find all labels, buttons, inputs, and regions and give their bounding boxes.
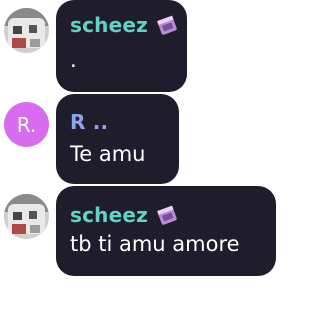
- message-text: tb ti amu amore: [70, 232, 240, 256]
- message-bubble: scheez .: [56, 0, 187, 92]
- author-label: scheez: [70, 203, 148, 227]
- author-label: R ..: [70, 110, 109, 134]
- avatar[interactable]: R.: [4, 102, 49, 147]
- author-name[interactable]: scheez: [70, 12, 180, 38]
- message-bubble: R .. Te amu: [56, 94, 179, 184]
- author-name[interactable]: R ..: [70, 110, 108, 134]
- avatar[interactable]: [4, 194, 49, 239]
- message-text: Te amu: [70, 142, 146, 166]
- author-label: scheez: [70, 13, 148, 37]
- gem-book-icon: [154, 202, 180, 228]
- author-name[interactable]: scheez: [70, 202, 180, 228]
- message-text: .: [70, 48, 77, 72]
- gem-book-icon: [154, 12, 180, 38]
- avatar[interactable]: [4, 8, 49, 53]
- message-bubble: scheez tb ti amu amore: [56, 186, 276, 276]
- avatar-letter: R.: [16, 112, 37, 137]
